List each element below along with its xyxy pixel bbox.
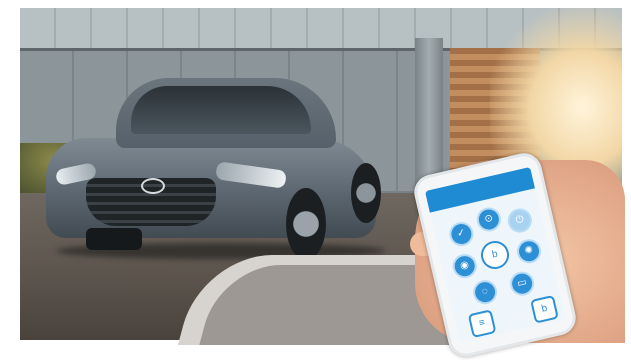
info-button[interactable]: b — [530, 294, 559, 324]
lock-button[interactable]: ⊙ — [474, 205, 504, 234]
check-icon: ✓ — [455, 227, 467, 240]
horn-button[interactable]: ◉ — [450, 251, 480, 281]
trunk-icon: ▭ — [516, 276, 528, 290]
lights-button[interactable]: ✺ — [514, 236, 544, 266]
trunk-button[interactable]: ▭ — [507, 269, 537, 299]
unlock-button[interactable]: ◌ — [470, 277, 500, 307]
menu-icon: ≡ — [477, 317, 487, 330]
car-logo-icon — [141, 178, 165, 194]
rear-wheel — [351, 163, 381, 223]
lock-icon: ⊙ — [483, 212, 495, 226]
front-wheel — [286, 188, 326, 260]
app-header — [424, 166, 536, 213]
info-icon: b — [540, 302, 549, 315]
unlock-icon: ◌ — [480, 285, 490, 298]
power-button[interactable]: ⏻ — [505, 206, 535, 235]
power-icon: ⏻ — [514, 213, 525, 227]
light-icon: ✺ — [523, 244, 535, 258]
horn-icon: ◉ — [459, 259, 471, 272]
phone-screen: ✓ ⊙ ⏻ b ◉ ✺ ◌ ▭ ≡ b — [424, 166, 566, 344]
check-button[interactable]: ✓ — [447, 219, 476, 249]
remote-start-button[interactable]: b — [478, 238, 512, 272]
front-tire — [86, 228, 142, 250]
car — [46, 78, 392, 260]
brand-logo-icon: b — [490, 248, 499, 261]
menu-button[interactable]: ≡ — [467, 309, 497, 339]
car-windshield — [131, 86, 311, 134]
